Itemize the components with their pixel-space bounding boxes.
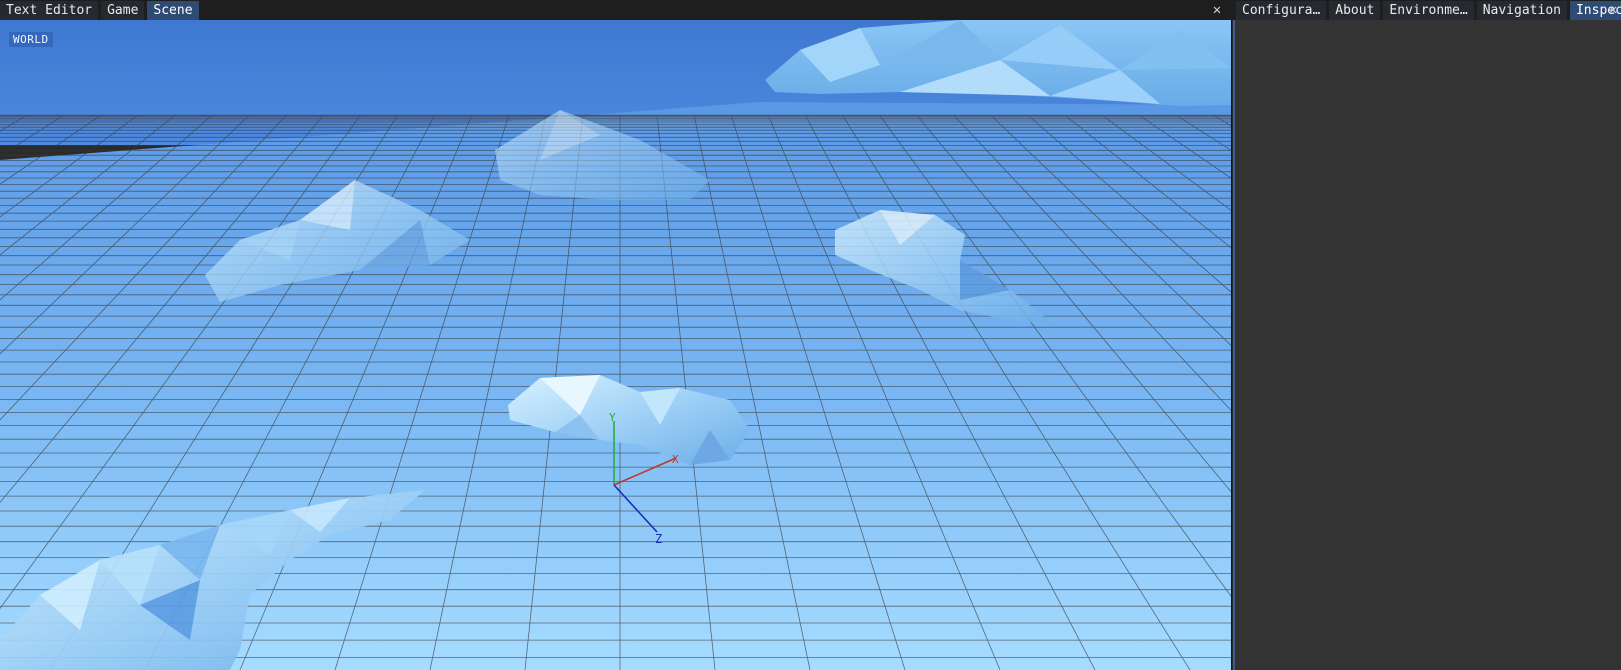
world-space-toggle[interactable]: WORLD xyxy=(9,32,53,47)
scene-viewport[interactable]: Y X Z WORLD xyxy=(0,20,1232,670)
gizmo-x-label: X xyxy=(672,453,679,466)
close-icon[interactable]: ✕ xyxy=(1209,0,1225,20)
inspector-panel xyxy=(1233,20,1621,670)
gizmo-y-label: Y xyxy=(609,411,616,424)
close-icon[interactable]: ✕ xyxy=(1605,0,1621,20)
panel-tabbar: Configura… About Environme… Navigation I… xyxy=(1233,0,1621,20)
tab-navigation[interactable]: Navigation xyxy=(1476,1,1567,20)
tab-game[interactable]: Game xyxy=(101,1,145,20)
tab-about[interactable]: About xyxy=(1329,1,1381,20)
gizmo-z-label: Z xyxy=(655,532,662,546)
tab-configuration[interactable]: Configura… xyxy=(1236,1,1327,20)
tab-text-editor[interactable]: Text Editor xyxy=(0,1,99,20)
tab-scene[interactable]: Scene xyxy=(147,1,199,20)
tab-environment[interactable]: Environme… xyxy=(1383,1,1474,20)
editor-tabbar: Text Editor Game Scene xyxy=(0,0,1233,20)
scene-canvas[interactable]: Y X Z xyxy=(0,20,1232,670)
